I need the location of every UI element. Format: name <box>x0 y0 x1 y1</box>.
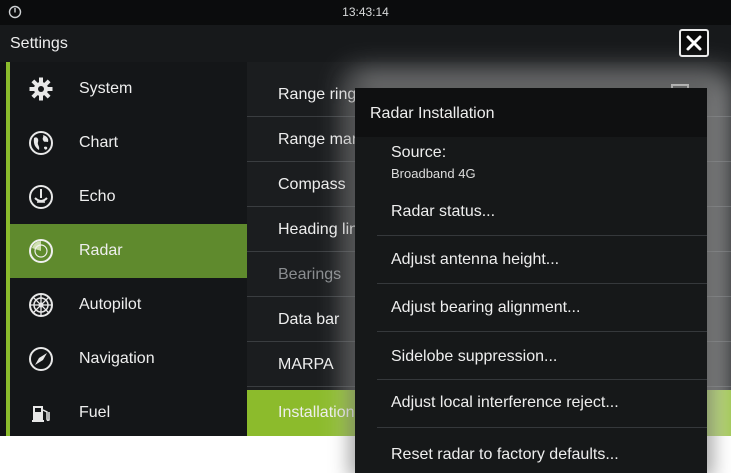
adjust-local-interference-reject-item[interactable]: Adjust local interference reject... <box>355 380 707 426</box>
adjust-bearing-alignment-item[interactable]: Adjust bearing alignment... <box>355 284 707 330</box>
sidebar-item-label: Radar <box>79 242 123 259</box>
close-button[interactable] <box>679 29 709 57</box>
globe-icon <box>29 131 53 155</box>
sidebar-item-label: Fuel <box>79 404 111 421</box>
menu-item-label: Sidelobe suppression... <box>391 348 558 365</box>
compass-icon <box>29 347 53 371</box>
status-bar: 13:43:14 <box>0 0 731 25</box>
sidebar-item-label: Navigation <box>79 350 155 367</box>
close-icon <box>686 35 702 51</box>
fuel-pump-icon <box>32 406 50 422</box>
option-label: Compass <box>278 176 346 193</box>
sidebar-item-label: System <box>79 80 133 97</box>
sidebar-item-label: Echo <box>79 188 116 205</box>
adjust-antenna-height-item[interactable]: Adjust antenna height... <box>355 236 707 282</box>
source-label: Source: <box>391 144 447 161</box>
option-label: Range rings <box>278 86 365 103</box>
menu-item-label: Adjust antenna height... <box>391 251 560 268</box>
sidebar-item-chart[interactable]: Chart <box>10 116 247 170</box>
option-label: Bearings <box>278 266 342 283</box>
page-title: Settings <box>10 35 68 52</box>
menu-item-label: Reset radar to factory defaults... <box>391 446 619 463</box>
sidebar-item-fuel[interactable]: Fuel <box>10 386 247 436</box>
sidebar-item-navigation[interactable]: Navigation <box>10 332 247 386</box>
radar-icon <box>29 239 53 263</box>
menu-item-label: Adjust bearing alignment... <box>391 299 581 316</box>
sidebar: System Chart Echo Radar Autopilot Naviga… <box>10 62 247 436</box>
dialog-title: Radar Installation <box>355 88 707 137</box>
sidebar-item-radar[interactable]: Radar <box>10 224 247 278</box>
source-value: Broadband 4G <box>391 166 476 181</box>
sidebar-item-system[interactable]: System <box>10 62 247 116</box>
radar-installation-dialog: Radar Installation Source: Broadband 4G … <box>355 88 707 473</box>
sidebar-item-label: Chart <box>79 134 119 151</box>
sidebar-item-autopilot[interactable]: Autopilot <box>10 278 247 332</box>
menu-item-label: Radar status... <box>391 203 496 220</box>
helm-icon <box>29 293 53 317</box>
title-bar: Settings <box>0 25 731 62</box>
sidebar-item-echo[interactable]: Echo <box>10 170 247 224</box>
option-label: MARPA <box>278 356 334 373</box>
power-icon <box>8 5 22 19</box>
option-label: Installation <box>278 404 355 421</box>
sidebar-item-label: Autopilot <box>79 296 142 313</box>
option-label: Data bar <box>278 311 340 328</box>
option-label: Heading line <box>278 221 367 238</box>
source-selector[interactable]: Source: Broadband 4G <box>355 137 707 187</box>
clock: 13:43:14 <box>342 5 389 19</box>
menu-item-label: Adjust local interference reject... <box>391 394 619 411</box>
radar-status-item[interactable]: Radar status... <box>355 189 707 235</box>
sidelobe-suppression-item[interactable]: Sidelobe suppression... <box>355 332 707 378</box>
gear-icon <box>29 77 53 101</box>
echo-icon <box>29 185 53 209</box>
reset-radar-factory-defaults-item[interactable]: Reset radar to factory defaults... <box>355 428 707 473</box>
